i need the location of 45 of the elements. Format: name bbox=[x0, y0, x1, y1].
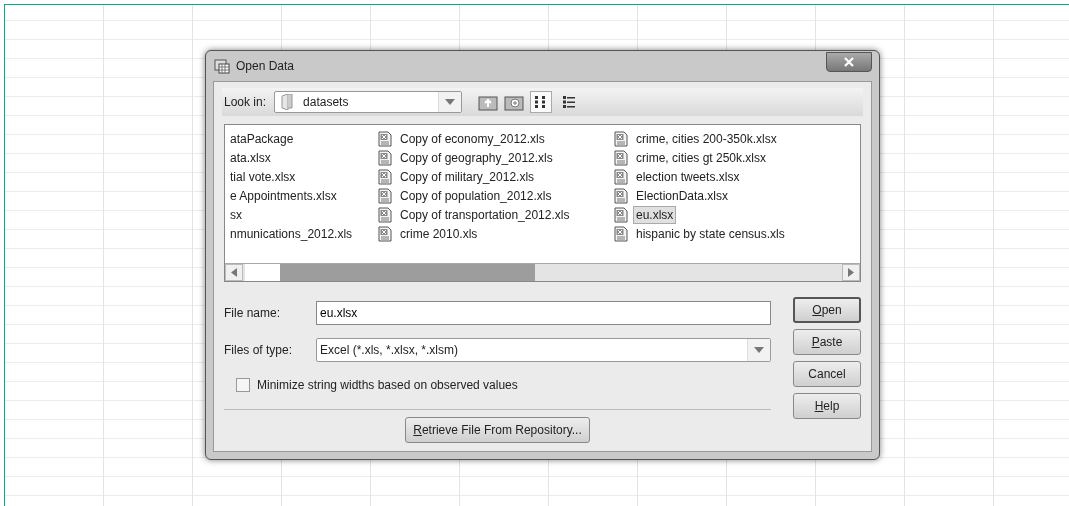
file-item[interactable]: nmunications_2012.xls bbox=[227, 224, 356, 243]
left-arrow-icon bbox=[231, 268, 237, 277]
file-item[interactable]: Copy of geography_2012.xls bbox=[397, 148, 556, 167]
list-view-icon bbox=[562, 95, 577, 109]
file-item[interactable]: Copy of transportation_2012.xls bbox=[397, 205, 573, 224]
file-name-label: File name: bbox=[224, 306, 282, 320]
file-item[interactable]: crime, cities gt 250k.xlsx bbox=[633, 148, 770, 167]
file-type-label: Files of type: bbox=[224, 343, 294, 357]
folder-icon bbox=[281, 94, 294, 110]
caret-icon bbox=[445, 99, 456, 105]
file-item[interactable]: tial vote.xlsx bbox=[227, 167, 299, 186]
file-item[interactable]: crime, cities 200-350k.xlsx bbox=[633, 129, 780, 148]
checkbox-label: Minimize string widths based on observed values bbox=[257, 378, 518, 392]
retrieve-button[interactable]: Retrieve File From Repository... bbox=[405, 417, 590, 443]
file-item[interactable]: Copy of military_2012.xls bbox=[397, 167, 538, 186]
up-folder-icon[interactable] bbox=[478, 93, 499, 111]
close-button[interactable] bbox=[826, 52, 872, 72]
dialog-button[interactable]: Help bbox=[793, 393, 861, 419]
right-arrow-icon bbox=[848, 268, 854, 277]
dialog-button[interactable]: Open bbox=[793, 297, 861, 323]
file-item[interactable]: Copy of economy_2012.xls bbox=[397, 129, 548, 148]
file-item[interactable]: ElectionData.xlsx bbox=[633, 186, 732, 205]
file-name-field[interactable]: eu.xlsx bbox=[316, 301, 771, 325]
close-icon bbox=[844, 57, 854, 67]
dialog-button[interactable]: Cancel bbox=[793, 361, 861, 387]
checkbox[interactable] bbox=[236, 378, 250, 392]
file-item[interactable]: ataPackage bbox=[227, 129, 297, 148]
file-type-dropdown[interactable]: Excel (*.xls, *.xlsx, *.xlsm) bbox=[316, 338, 771, 362]
file-item[interactable]: hispanic by state census.xls bbox=[633, 224, 788, 243]
look-in-dropdown[interactable]: datasets bbox=[274, 91, 463, 113]
dialog-button[interactable]: Paste bbox=[793, 329, 861, 355]
table-icon bbox=[214, 58, 230, 74]
caret-icon bbox=[754, 347, 764, 353]
new-folder-icon[interactable] bbox=[504, 93, 525, 111]
file-item[interactable]: ata.xlsx bbox=[227, 148, 274, 167]
file-item[interactable]: election tweets.xlsx bbox=[633, 167, 743, 186]
file-item[interactable]: eu.xlsx bbox=[633, 205, 677, 224]
look-in-label: Look in: bbox=[224, 95, 267, 109]
file-item[interactable]: Copy of population_2012.xls bbox=[397, 186, 555, 205]
file-item[interactable]: e Appointments.xlsx bbox=[227, 186, 340, 205]
window-title: Open Data bbox=[236, 59, 295, 73]
horizontal-scrollbar[interactable] bbox=[225, 263, 860, 281]
file-item[interactable]: crime 2010.xls bbox=[397, 224, 481, 243]
file-item[interactable]: sx bbox=[227, 205, 245, 224]
list-view-button[interactable] bbox=[530, 91, 553, 113]
